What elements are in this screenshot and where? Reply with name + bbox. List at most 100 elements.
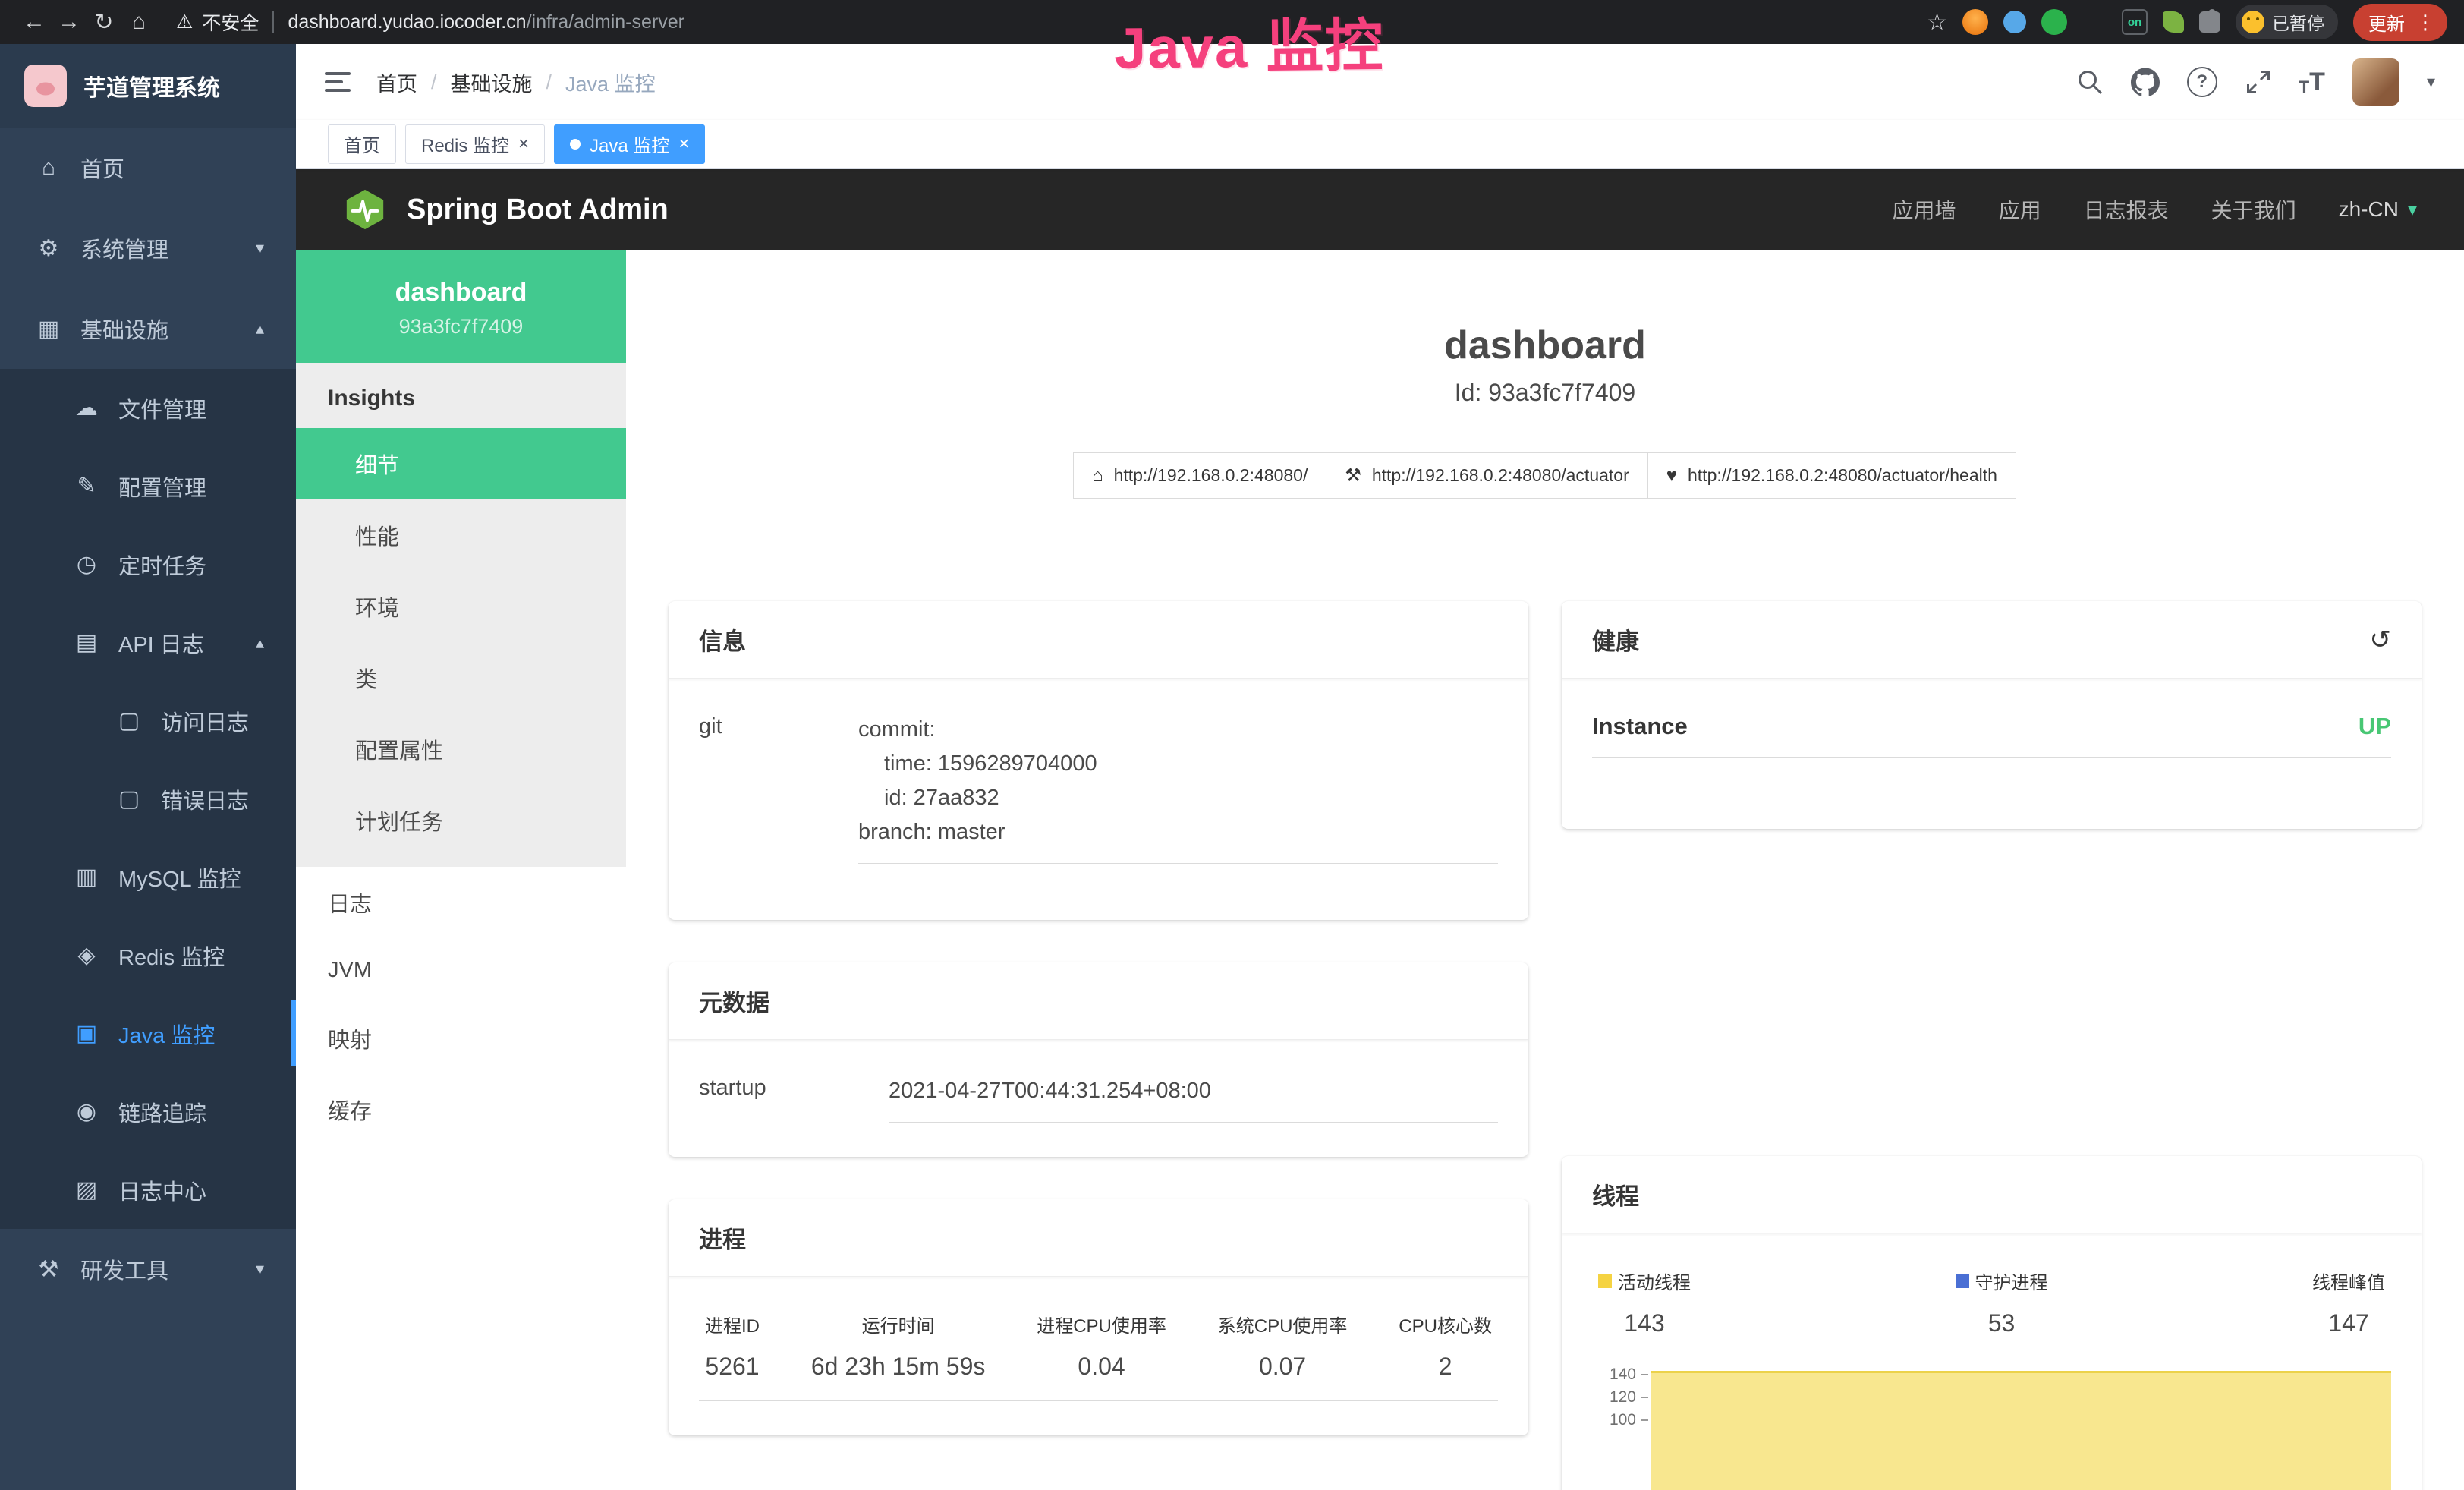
app-logo[interactable]: 芋道管理系统 [0,44,296,128]
sba-item-environment[interactable]: 环境 [296,571,626,642]
browser-home-button[interactable]: ⌂ [121,5,156,39]
sidebar-item-config-manage[interactable]: ✎ 配置管理 [0,447,296,525]
app-shell: 芋道管理系统 ⌂ 首页 ⚙ 系统管理 ▾ ▦ 基础设施 ▴ ☁ 文件管理 [0,44,2464,1490]
service-url-link[interactable]: ⌂ http://192.168.0.2:48080/ [1073,452,1326,499]
nav-applications[interactable]: 应用 [1999,194,2041,225]
y-tick: 100 [1610,1409,1648,1432]
legend-value: 147 [2312,1309,2385,1337]
not-secure-warning-icon[interactable]: ⚠ [176,11,193,33]
fullscreen-icon[interactable] [2245,68,2272,96]
sidebar-item-system-manage[interactable]: ⚙ 系统管理 ▾ [0,208,296,288]
sidebar-item-mysql-monitor[interactable]: ▥ MySQL 监控 [0,838,296,916]
close-icon[interactable]: × [518,135,529,153]
card-header: 进程 [669,1199,1528,1277]
tab-java-monitor[interactable]: Java 监控 × [554,124,705,164]
breadcrumb-home[interactable]: 首页 [376,68,417,97]
active-indicator-bar [291,1000,296,1066]
chart-y-axis: 140 120 100 [1592,1363,1651,1490]
tab-label: Java 监控 [590,131,669,157]
metadata-value: 2021-04-27T00:44:31.254+08:00 [889,1074,1498,1123]
menu-label: 文件管理 [118,392,206,424]
detail-columns: 信息 git commit: time: 1596289704000 id: 2… [669,601,2422,1490]
sidebar-item-access-log[interactable]: ▢ 访问日志 [0,682,296,760]
legend-daemon-threads: 守护进程 53 [1949,1268,2054,1337]
sba-item-logs[interactable]: 日志 [296,867,626,938]
sidebar-item-infrastructure[interactable]: ▦ 基础设施 ▴ [0,288,296,369]
legend-label: 活动线程 [1598,1268,1691,1294]
avatar[interactable] [2352,58,2399,106]
document-icon: ▢ [115,786,143,812]
link-url: http://192.168.0.2:48080/actuator [1372,465,1629,486]
sba-item-caches[interactable]: 缓存 [296,1074,626,1145]
annotation-overlay-text: Java 监控 [1113,0,1384,85]
menu-label: Redis 监控 [118,940,225,972]
forward-button[interactable]: → [52,5,87,39]
extension-fox-icon[interactable] [1962,9,1988,35]
instance-header[interactable]: dashboard 93a3fc7f7409 [296,250,626,363]
font-size-icon[interactable]: TT [2299,68,2325,97]
history-icon[interactable]: ↺ [2370,625,2392,655]
sba-item-scheduled-tasks[interactable]: 计划任务 [296,785,626,856]
kebab-menu-icon[interactable]: ⋮ [2415,11,2435,34]
health-url-link[interactable]: ♥ http://192.168.0.2:48080/actuator/heal… [1647,452,2016,499]
paused-label: 已暂停 [2272,9,2324,35]
sba-item-metrics[interactable]: 性能 [296,499,626,571]
heart-icon: ♥ [1666,465,1677,487]
sidebar-item-file-manage[interactable]: ☁ 文件管理 [0,369,296,447]
sba-brand[interactable]: Spring Boot Admin [343,187,669,232]
sidebar-item-log-center[interactable]: ▨ 日志中心 [0,1151,296,1229]
sba-item-mappings[interactable]: 映射 [296,1003,626,1074]
sba-item-config-props[interactable]: 配置属性 [296,713,626,785]
back-button[interactable]: ← [17,5,52,39]
extension-grid-icon[interactable] [2082,10,2107,34]
chevron-down-icon[interactable]: ▾ [2427,72,2435,92]
bookmark-star-icon[interactable]: ☆ [1927,9,1947,36]
sidebar-item-cron-job[interactable]: ◷ 定时任务 [0,525,296,603]
metric-label: 进程CPU使用率 [1037,1311,1166,1337]
extensions-puzzle-icon[interactable] [2199,11,2220,33]
sidebar-item-dev-tools[interactable]: ⚒ 研发工具 ▾ [0,1229,296,1309]
sidebar-item-java-monitor[interactable]: ▣ Java 监控 [0,994,296,1073]
close-icon[interactable]: × [678,135,689,153]
sba-item-details[interactable]: 细节 [296,428,626,499]
extension-drop-icon[interactable] [2003,11,2026,33]
sidebar-item-redis-monitor[interactable]: ◈ Redis 监控 [0,916,296,994]
legend-label: 守护进程 [1956,1268,2048,1294]
github-icon[interactable] [2131,68,2160,96]
extension-leaf-icon[interactable] [2163,11,2184,33]
card-header: 线程 [1562,1156,2422,1233]
nav-journal[interactable]: 日志报表 [2084,194,2169,225]
tab-home[interactable]: 首页 [328,124,396,164]
tabs-bar: 首页 Redis 监控 × Java 监控 × [296,120,2464,169]
search-icon[interactable] [2076,68,2104,96]
info-line: branch: master [858,815,1498,849]
profile-paused-badge[interactable]: 已暂停 [2236,5,2338,39]
extension-green-icon[interactable] [2041,9,2067,35]
nav-wallboard[interactable]: 应用墙 [1893,194,1956,225]
chart-area-live-threads [1651,1371,2391,1490]
sidebar-item-trace[interactable]: ◉ 链路追踪 [0,1073,296,1151]
nav-about[interactable]: 关于我们 [2211,194,2296,225]
sidebar-item-error-log[interactable]: ▢ 错误日志 [0,760,296,838]
help-icon[interactable]: ? [2187,67,2217,97]
actuator-url-link[interactable]: ⚒ http://192.168.0.2:48080/actuator [1326,452,1647,499]
tab-redis-monitor[interactable]: Redis 监控 × [405,124,545,164]
reload-button[interactable]: ↻ [87,5,121,39]
sidebar-item-home[interactable]: ⌂ 首页 [0,128,296,208]
infrastructure-submenu: ☁ 文件管理 ✎ 配置管理 ◷ 定时任务 ▤ API 日志 ▴ ▢ [0,369,296,1229]
metadata-line: 2021-04-27T00:44:31.254+08:00 [889,1074,1498,1108]
hamburger-icon[interactable] [325,71,351,93]
instance-subtitle: Id: 93a3fc7f7409 [669,379,2422,407]
sba-item-jvm[interactable]: JVM [296,938,626,1003]
locale-select[interactable]: zh-CN ▾ [2339,197,2417,222]
address-bar[interactable]: ⚠ 不安全 dashboard.yudao.iocoder.cn/infra/a… [176,8,684,36]
extension-switch-icon[interactable]: on [2122,9,2148,35]
breadcrumb-infrastructure[interactable]: 基础设施 [451,68,533,97]
browser-toolbar-right: ☆ on 已暂停 更新 ⋮ [1927,4,2447,41]
metric-uptime: 运行时间 6d 23h 15m 59s [805,1311,992,1381]
update-button[interactable]: 更新 ⋮ [2353,4,2447,41]
wrench-icon: ⚒ [1345,465,1361,487]
menu-label: 配置管理 [118,471,206,502]
sidebar-item-api-log[interactable]: ▤ API 日志 ▴ [0,603,296,682]
sba-item-classes[interactable]: 类 [296,642,626,713]
